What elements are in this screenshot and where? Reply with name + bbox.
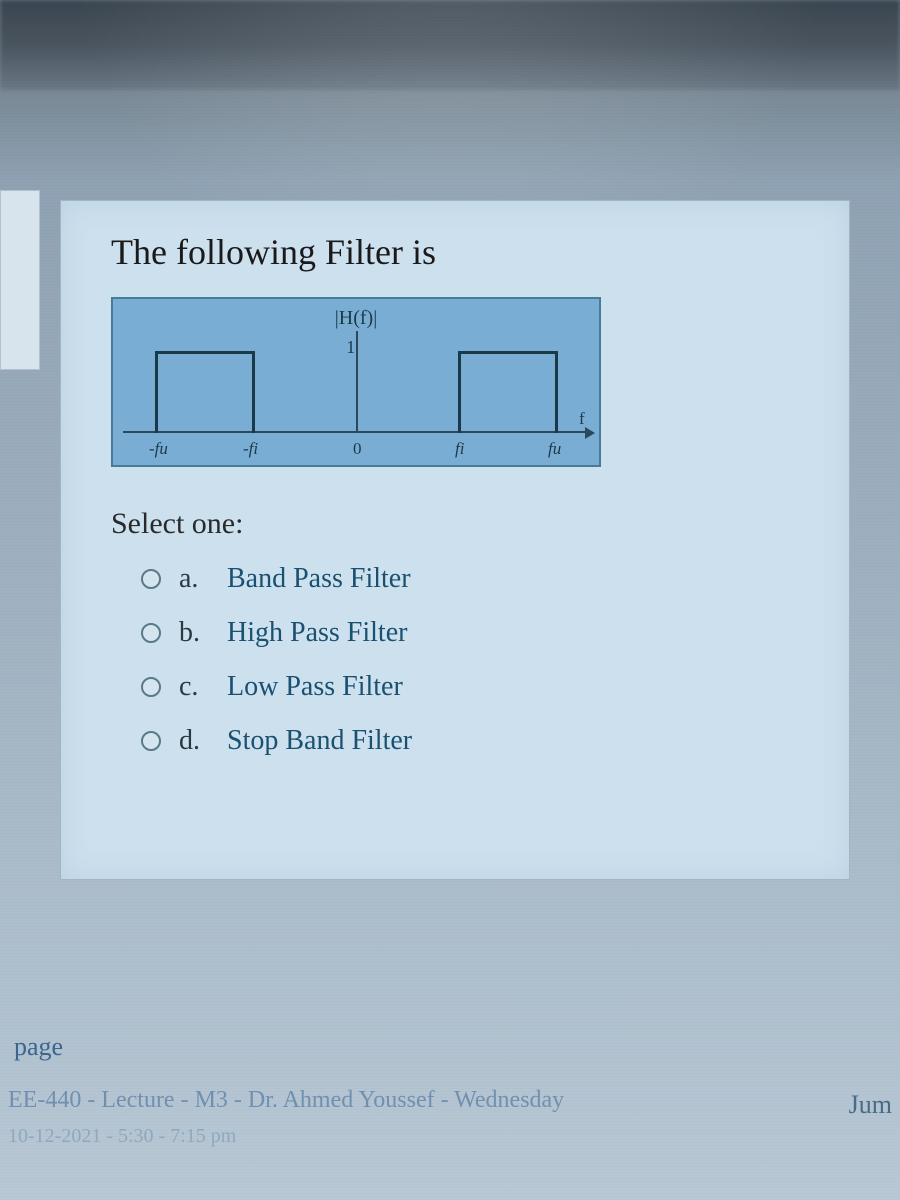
jump-to-link[interactable]: Jum [849, 1090, 892, 1120]
x-label: -fi [243, 439, 258, 459]
option-text: High Pass Filter [227, 617, 407, 649]
footer: EE-440 - Lecture - M3 - Dr. Ahmed Yousse… [0, 1074, 900, 1160]
question-title: The following Filter is [111, 231, 809, 273]
footer-date-line: 10-12-2021 - 5:30 - 7:15 pm [8, 1122, 564, 1150]
options-list: a. Band Pass Filter b. High Pass Filter … [111, 563, 809, 757]
pass-band-left [155, 351, 255, 433]
footer-course-line: EE-440 - Lecture - M3 - Dr. Ahmed Yousse… [8, 1084, 564, 1118]
radio-icon[interactable] [141, 731, 161, 751]
option-d[interactable]: d. Stop Band Filter [141, 725, 809, 757]
x-label: fu [548, 439, 561, 459]
option-text: Band Pass Filter [227, 563, 411, 595]
diagram-ylabel: |H(f)| [335, 307, 377, 330]
radio-icon[interactable] [141, 677, 161, 697]
select-one-label: Select one: [111, 507, 809, 541]
sidebar-box [0, 190, 40, 370]
option-text: Stop Band Filter [227, 725, 412, 757]
radio-icon[interactable] [141, 623, 161, 643]
x-label: 0 [353, 439, 362, 459]
arrow-right-icon [585, 427, 595, 439]
y-axis [356, 331, 358, 433]
x-label: -fu [149, 439, 168, 459]
previous-page-link[interactable]: page [0, 1024, 77, 1070]
option-letter: d. [179, 725, 209, 757]
option-c[interactable]: c. Low Pass Filter [141, 671, 809, 703]
option-b[interactable]: b. High Pass Filter [141, 617, 809, 649]
filter-diagram: |H(f)| 1 -fu -fi 0 fi fu f [111, 297, 601, 467]
option-letter: a. [179, 563, 209, 595]
option-letter: c. [179, 671, 209, 703]
x-label: f [579, 409, 585, 429]
diagram-ytick: 1 [346, 337, 355, 358]
option-a[interactable]: a. Band Pass Filter [141, 563, 809, 595]
x-label: fi [455, 439, 464, 459]
question-card: The following Filter is |H(f)| 1 -fu -fi… [60, 200, 850, 880]
option-text: Low Pass Filter [227, 671, 403, 703]
pass-band-right [458, 351, 558, 433]
option-letter: b. [179, 617, 209, 649]
radio-icon[interactable] [141, 569, 161, 589]
